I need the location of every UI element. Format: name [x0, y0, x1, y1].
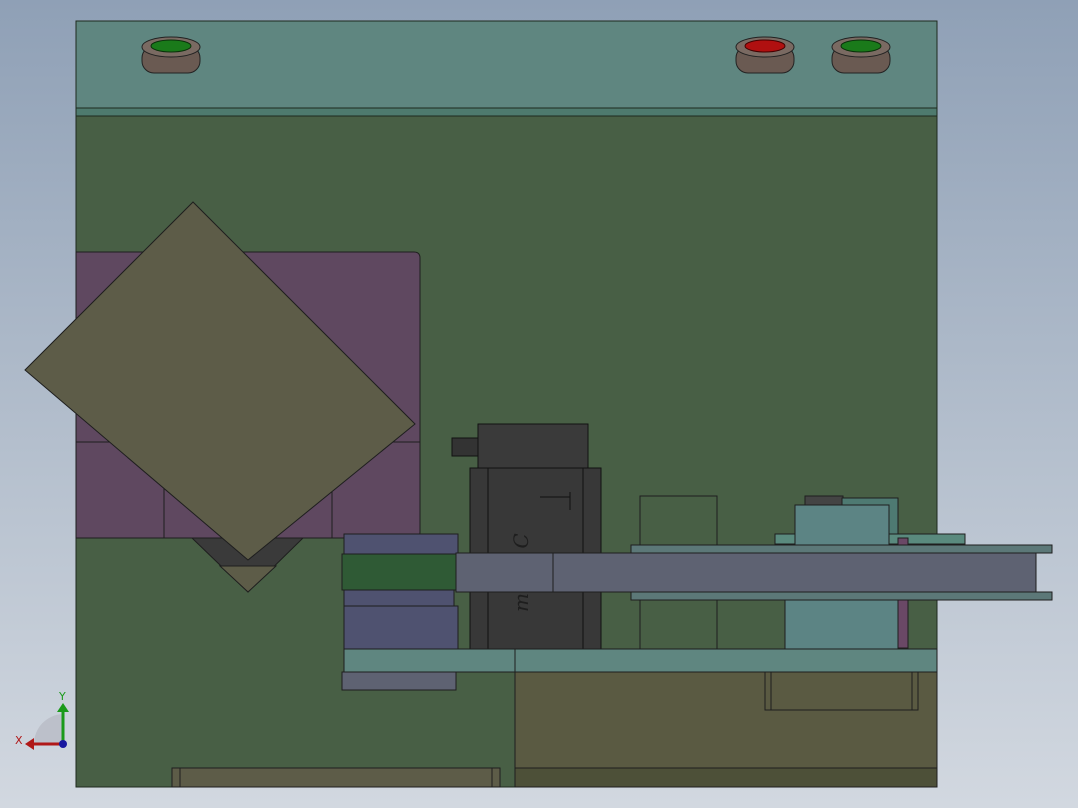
- slate-support-block: [343, 533, 459, 651]
- axis-x-label: X: [15, 734, 23, 747]
- panel-rail: [75, 107, 938, 117]
- horizontal-arm: [455, 544, 1053, 601]
- bottom-foot-left: [171, 767, 501, 788]
- axis-y-label: Y: [58, 690, 66, 703]
- base-rail: [343, 648, 938, 673]
- red-button[interactable]: [735, 36, 795, 74]
- cad-viewport[interactable]: m 711C Y X: [0, 0, 1078, 808]
- bottom-foot-right: [514, 767, 938, 788]
- green-button-left[interactable]: [141, 36, 201, 74]
- green-mount-block: [341, 553, 457, 591]
- green-button-right[interactable]: [831, 36, 891, 74]
- axis-triad: Y X: [15, 690, 69, 750]
- base-recess: [764, 671, 919, 711]
- top-control-panel: [75, 20, 938, 110]
- base-rail-foot: [341, 671, 457, 691]
